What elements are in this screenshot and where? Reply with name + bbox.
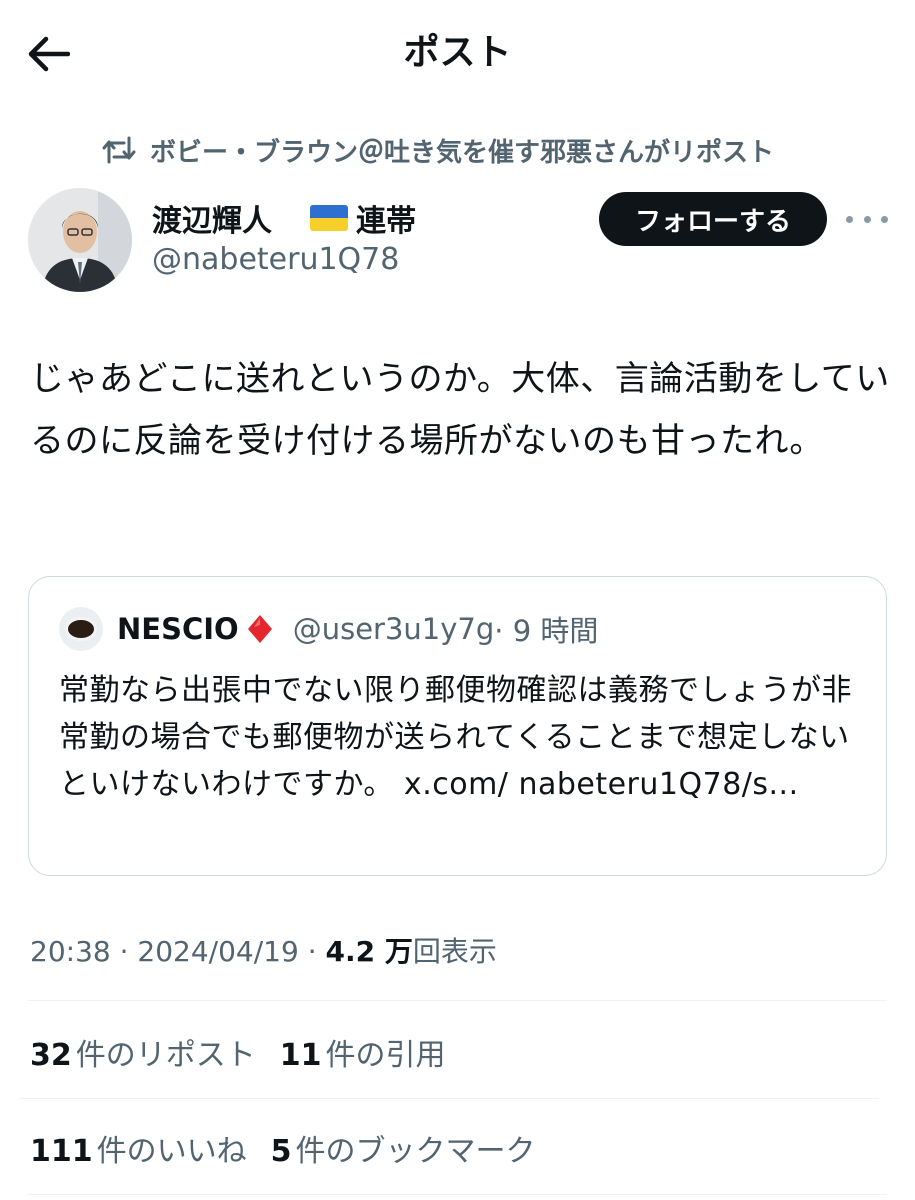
likes-stat[interactable]: 111 件のいいね: [30, 1126, 247, 1170]
quoted-post-time: · 9 時間: [494, 614, 599, 648]
quoted-author-handle: @user3u1y7g: [292, 612, 495, 646]
follow-button[interactable]: フォローする: [599, 192, 827, 246]
author-display-name: 渡辺輝人: [152, 204, 272, 239]
author-handle[interactable]: @nabeteru1Q78: [152, 242, 399, 277]
more-horizontal-icon: [846, 215, 853, 223]
post-text: じゃあどこに送れというのか。大体、言論活動をしているのに反論を受け付ける場所がな…: [30, 359, 890, 461]
divider: [20, 1098, 879, 1099]
avatar-photo: [28, 188, 132, 292]
divider: [28, 1000, 887, 1001]
ukraine-flag-icon: [310, 205, 348, 231]
page-title: ポスト: [403, 32, 512, 73]
quoted-post-text: 常勤なら出張中でない限り郵便物確認は義務でしょうが非常勤の場合でも郵便物が送られ…: [59, 673, 852, 802]
repost-context[interactable]: ボビー・ブラウン＠吐き気を催す邪悪さんがリポスト: [102, 130, 774, 170]
red-diamond-icon: [247, 615, 272, 643]
author-name-suffix: 連帯: [356, 204, 416, 239]
repost-icon: [102, 132, 138, 168]
author-name[interactable]: 渡辺輝人 連帯: [152, 196, 416, 240]
avatar[interactable]: [28, 188, 132, 292]
quoted-author-name: NESCIO: [117, 612, 239, 646]
repost-context-text: ボビー・ブラウン＠吐き気を催す邪悪さんがリポスト: [150, 137, 775, 168]
post-meta: 20:38 · 2024/04/19 · 4.2 万回表示: [30, 935, 497, 968]
reposts-stat[interactable]: 32 件のリポスト: [30, 1030, 256, 1074]
header: ポスト: [0, 0, 915, 105]
stats-row-1: 32 件のリポスト 11 件の引用: [30, 1030, 470, 1074]
stats-row-2: 111 件のいいね 5 件のブックマーク: [30, 1126, 560, 1170]
bookmarks-stat[interactable]: 5 件のブックマーク: [271, 1126, 536, 1170]
quoted-post-card[interactable]: NESCIO @user3u1y7g · 9 時間 常勤なら出張中でない限り郵便…: [28, 576, 887, 876]
quoted-avatar: [59, 607, 103, 651]
divider: [28, 1194, 887, 1195]
views-label: 回表示: [412, 935, 497, 968]
quotes-stat[interactable]: 11 件の引用: [280, 1030, 446, 1074]
post-date[interactable]: 2024/04/19: [137, 935, 298, 968]
more-options-button[interactable]: [846, 202, 888, 236]
post-time[interactable]: 20:38: [30, 935, 111, 968]
quoted-post-header: NESCIO @user3u1y7g · 9 時間: [59, 607, 598, 651]
post-detail-screen: ポスト ボビー・ブラウン＠吐き気を催す邪悪さんがリポスト 渡辺輝人 連帯 @na…: [0, 0, 915, 1200]
views-count: 4.2 万: [325, 935, 413, 968]
